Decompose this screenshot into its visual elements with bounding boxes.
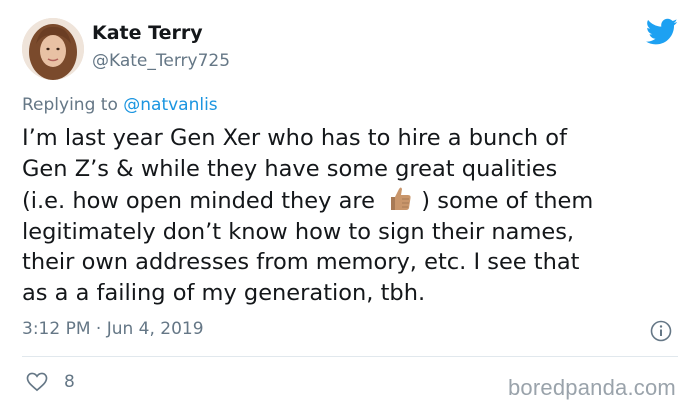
avatar[interactable] <box>22 18 84 80</box>
tweet-line: I’m last year Gen Xer who has to hire a … <box>22 125 567 151</box>
tweet-line: their own addresses from memory, etc. I … <box>22 249 580 275</box>
thumbs-up-icon <box>391 187 411 210</box>
like-count: 8 <box>64 372 75 392</box>
reply-context: Replying to @natvanlis <box>22 95 218 115</box>
timestamp-link[interactable]: 3:12 PM · Jun 4, 2019 <box>22 319 204 339</box>
heart-icon[interactable] <box>26 372 48 392</box>
user-handle[interactable]: @Kate_Terry725 <box>92 51 230 71</box>
watermark: boredpanda.com <box>508 375 676 400</box>
tweet-line: legitimately don’t know how to sign thei… <box>22 218 575 245</box>
tweet-text: I’m last year Gen Xer who has to hire a … <box>22 123 682 308</box>
display-name[interactable]: Kate Terry <box>92 22 203 44</box>
like-button[interactable]: 8 <box>26 372 75 392</box>
tweet-line: as a a failing of my generation, tbh. <box>22 279 426 306</box>
tweet-line-segment: ) some of them <box>421 188 594 214</box>
tweet-line: Gen Z’s & while they have some great qua… <box>22 155 558 182</box>
reply-mention-link[interactable]: @natvanlis <box>123 95 217 115</box>
divider <box>22 356 678 357</box>
tweet-line: (i.e. how open minded they are ) some of… <box>22 184 682 217</box>
info-icon[interactable] <box>650 320 672 342</box>
reply-prefix: Replying to <box>22 95 118 115</box>
twitter-logo-icon[interactable] <box>646 18 678 46</box>
tweet-line-segment: (i.e. how open minded they are <box>22 188 375 214</box>
